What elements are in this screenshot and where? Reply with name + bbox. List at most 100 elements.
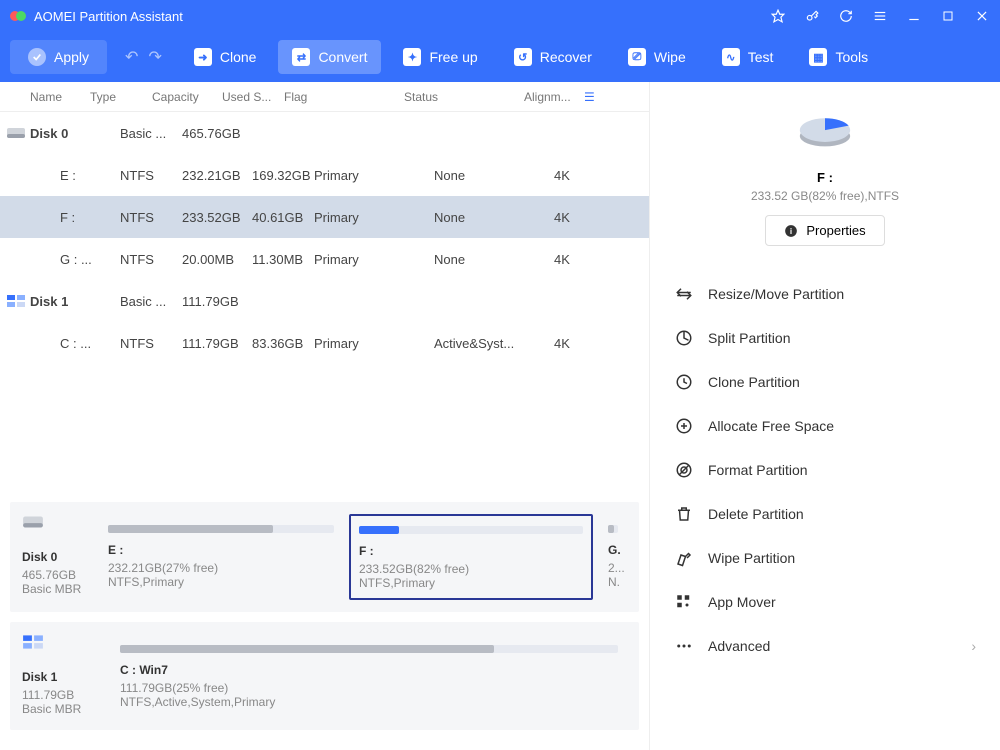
partition-row[interactable]: F :NTFS233.52GB40.61GBPrimaryNone4K <box>0 196 649 238</box>
cell-align: 4K <box>554 336 614 351</box>
action-label: Delete Partition <box>708 506 804 522</box>
clone-button[interactable]: ➜Clone <box>180 40 271 74</box>
cell-capacity: 465.76GB <box>182 126 252 141</box>
disk-card: Disk 0465.76GBBasic MBRE :232.21GB(27% f… <box>10 502 639 612</box>
disk-card-info: Disk 1111.79GBBasic MBR <box>22 634 99 718</box>
action-app-mover[interactable]: App Mover <box>670 580 980 624</box>
split-icon <box>674 328 694 348</box>
wipe-partition-icon <box>674 548 694 568</box>
partition-row[interactable]: C : ...NTFS111.79GB83.36GBPrimaryActive&… <box>0 322 649 364</box>
partition-block-detail: 2... <box>608 561 618 575</box>
action-advanced[interactable]: Advanced› <box>670 624 980 668</box>
col-used[interactable]: Used S... <box>222 90 284 104</box>
partition-block-name: F : <box>359 544 583 558</box>
close-icon[interactable] <box>974 8 990 24</box>
cell-type: Basic ... <box>120 294 182 309</box>
partition-row[interactable]: G : ...NTFS20.00MB11.30MBPrimaryNone4K <box>0 238 649 280</box>
cell-flag: Primary <box>314 336 434 351</box>
cell-type: NTFS <box>120 168 182 183</box>
col-name[interactable]: Name <box>0 90 90 104</box>
wipe-button[interactable]: ⎚Wipe <box>614 40 700 74</box>
wipe-icon: ⎚ <box>628 48 646 66</box>
disk-row[interactable]: Disk 0Basic ...465.76GB <box>0 112 649 154</box>
action-wipe-partition[interactable]: Wipe Partition <box>670 536 980 580</box>
cell-flag: Primary <box>314 210 434 225</box>
partition-list: Disk 0Basic ...465.76GBE :NTFS232.21GB16… <box>0 112 649 364</box>
recover-button[interactable]: ↺Recover <box>500 40 606 74</box>
toolbar: Apply ↶ ↷ ➜Clone ⇄Convert ✦Free up ↺Reco… <box>0 32 1000 82</box>
maximize-icon[interactable] <box>940 8 956 24</box>
resize-icon <box>674 284 694 304</box>
undo-icon[interactable]: ↶ <box>125 47 138 67</box>
disk-card-cap: 465.76GB <box>22 568 87 582</box>
partition-block[interactable]: C : Win7111.79GB(25% free)NTFS,Active,Sy… <box>111 634 627 718</box>
minimize-icon[interactable] <box>906 8 922 24</box>
col-align[interactable]: Alignm... <box>524 90 584 104</box>
cell-flag: Primary <box>314 252 434 267</box>
clone-icon: ➜ <box>194 48 212 66</box>
partition-block[interactable]: E :232.21GB(27% free)NTFS,Primary <box>99 514 343 600</box>
disk-icon <box>6 294 26 308</box>
cell-type: NTFS <box>120 210 182 225</box>
action-resize-move-partition[interactable]: Resize/Move Partition <box>670 272 980 316</box>
partition-block-detail: 232.21GB(27% free) <box>108 561 334 575</box>
col-options-icon[interactable]: ☰ <box>584 90 610 104</box>
cell-align: 4K <box>554 168 614 183</box>
check-icon <box>28 48 46 66</box>
menu-icon[interactable] <box>872 8 888 24</box>
action-clone-partition[interactable]: Clone Partition <box>670 360 980 404</box>
disk-card-style: Basic MBR <box>22 702 99 716</box>
refresh-icon[interactable] <box>838 8 854 24</box>
disk-icon <box>22 634 99 650</box>
column-header-row: Name Type Capacity Used S... Flag Status… <box>0 82 649 112</box>
action-format-partition[interactable]: Format Partition <box>670 448 980 492</box>
cell-used: 11.30MB <box>252 252 314 267</box>
partition-block-detail: 111.79GB(25% free) <box>120 681 618 695</box>
action-split-partition[interactable]: Split Partition <box>670 316 980 360</box>
cell-used: 169.32GB <box>252 168 314 183</box>
action-label: Split Partition <box>708 330 790 346</box>
action-allocate-free-space[interactable]: Allocate Free Space <box>670 404 980 448</box>
disk-row[interactable]: Disk 1Basic ...111.79GB <box>0 280 649 322</box>
col-capacity[interactable]: Capacity <box>152 90 222 104</box>
cell-capacity: 111.79GB <box>182 294 252 309</box>
app-logo-icon <box>10 8 26 24</box>
action-delete-partition[interactable]: Delete Partition <box>670 492 980 536</box>
disk-icon <box>6 126 26 140</box>
partition-block[interactable]: G.2...N. <box>599 514 627 600</box>
cell-status: None <box>434 252 554 267</box>
svg-text:i: i <box>790 226 792 235</box>
info-icon: i <box>784 224 798 238</box>
partition-row[interactable]: E :NTFS232.21GB169.32GBPrimaryNone4K <box>0 154 649 196</box>
apply-button[interactable]: Apply <box>10 40 107 74</box>
convert-icon: ⇄ <box>292 48 310 66</box>
clone-partition-icon <box>674 372 694 392</box>
col-type[interactable]: Type <box>90 90 152 104</box>
cell-type: Basic ... <box>120 126 182 141</box>
more-icon <box>674 636 694 656</box>
freeup-button[interactable]: ✦Free up <box>389 40 491 74</box>
cell-name: G : ... <box>30 252 120 267</box>
cell-flag: Primary <box>314 168 434 183</box>
col-flag[interactable]: Flag <box>284 90 404 104</box>
titlebar: AOMEI Partition Assistant <box>0 0 1000 32</box>
cell-name: C : ... <box>30 336 120 351</box>
tools-button[interactable]: ▦Tools <box>795 40 882 74</box>
partition-block[interactable]: F :233.52GB(82% free)NTFS,Primary <box>349 514 593 600</box>
partition-block-fs: N. <box>608 575 618 589</box>
disk-card-name: Disk 0 <box>22 550 87 564</box>
key-icon[interactable] <box>804 8 820 24</box>
cell-capacity: 233.52GB <box>182 210 252 225</box>
convert-button[interactable]: ⇄Convert <box>278 40 381 74</box>
star-icon[interactable] <box>770 8 786 24</box>
properties-button[interactable]: i Properties <box>765 215 884 246</box>
test-button[interactable]: ∿Test <box>708 40 788 74</box>
action-label: Format Partition <box>708 462 808 478</box>
col-status[interactable]: Status <box>404 90 524 104</box>
action-label: App Mover <box>708 594 776 610</box>
partition-block-fs: NTFS,Primary <box>359 576 583 590</box>
action-label: Allocate Free Space <box>708 418 834 434</box>
disk-card-name: Disk 1 <box>22 670 99 684</box>
app-mover-icon <box>674 592 694 612</box>
redo-icon[interactable]: ↷ <box>148 47 161 67</box>
